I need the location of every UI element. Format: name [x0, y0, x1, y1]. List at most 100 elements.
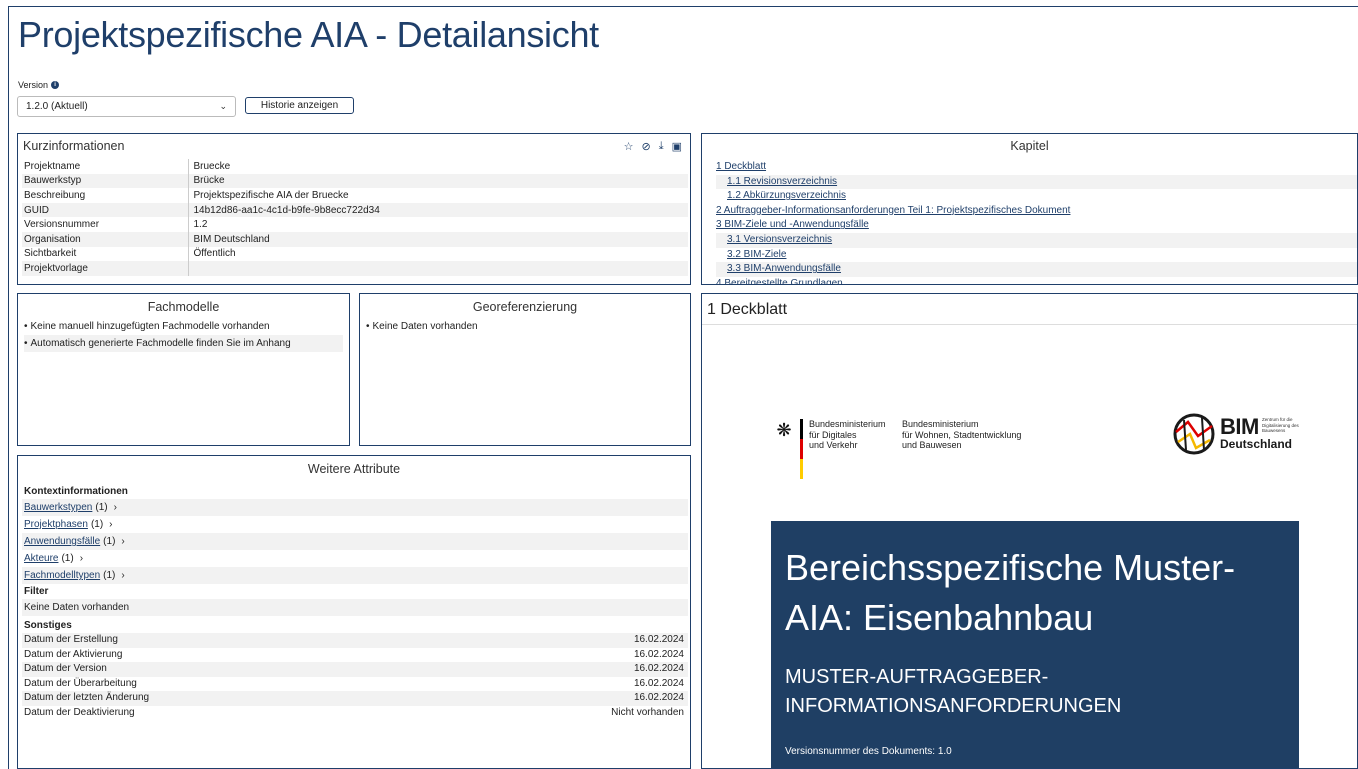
chapter-link[interactable]: 1.2 Abkürzungsverzeichnis	[727, 190, 846, 201]
chapter-item: 2 Auftraggeber-Informationsanforderungen…	[716, 204, 1357, 219]
bim-circle-icon	[1173, 413, 1215, 455]
chapter-item: 3 BIM-Ziele und -Anwendungsfälle	[716, 218, 1357, 233]
cover-version: Versionsnummer des Dokuments: 1.0	[785, 746, 952, 757]
date-label: Datum der Erstellung	[24, 634, 118, 645]
info-key: Versionsnummer	[22, 217, 189, 232]
chapter-item: 1.2 Abkürzungsverzeichnis	[716, 189, 1357, 204]
date-value: 16.02.2024	[633, 677, 684, 689]
context-row[interactable]: Anwendungsfälle (1) ›	[22, 533, 688, 550]
context-row[interactable]: Akteure (1) ›	[22, 550, 688, 567]
fachmodell-note: Automatisch generierte Fachmodelle finde…	[24, 335, 343, 352]
date-value: 16.02.2024	[633, 663, 684, 675]
info-key: Sichtbarkeit	[22, 246, 189, 262]
chapter-item: 4 Bereitgestellte Grundlagen	[716, 277, 1357, 284]
info-key: Beschreibung	[22, 188, 189, 203]
chapter-item: 1.1 Revisionsverzeichnis	[716, 174, 1357, 190]
chapter-link[interactable]: 4 Bereitgestellte Grundlagen	[716, 278, 843, 284]
date-label: Datum der Deaktivierung	[24, 706, 135, 718]
georef-panel: Georeferenzierung Keine Daten vorhanden	[359, 293, 691, 446]
download-icon[interactable]: ⤓	[659, 140, 664, 153]
date-value: 16.02.2024	[633, 634, 684, 645]
info-value: BIM Deutschland	[188, 231, 688, 247]
chapter-link[interactable]: 2 Auftraggeber-Informationsanforderungen…	[716, 205, 1070, 216]
date-row: Datum der Aktivierung 16.02.2024	[22, 648, 688, 663]
chapter-link[interactable]: 1 Deckblatt	[716, 161, 766, 172]
info-row: Projektname Bruecke	[22, 159, 688, 174]
chevron-right-icon[interactable]: ›	[114, 499, 117, 516]
date-value: 16.02.2024	[633, 692, 684, 704]
date-label: Datum der letzten Änderung	[24, 692, 150, 704]
info-row: Versionsnummer 1.2	[22, 217, 688, 232]
chapters-list: 1 Deckblatt 1.1 Revisionsverzeichnis 1.2 A…	[716, 160, 1357, 284]
version-select[interactable]: 1.2.0 (Aktuell) ⌄	[17, 96, 236, 117]
chapter-link[interactable]: 3.1 Versionsverzeichnis	[727, 234, 832, 245]
context-count: (1)	[103, 570, 116, 581]
info-value: Öffentlich	[193, 248, 236, 260]
context-row[interactable]: Projektphasen (1) ›	[22, 516, 688, 533]
chevron-right-icon[interactable]: ›	[121, 567, 124, 584]
fachmodelle-list: Keine manuell hinzugefügten Fachmodelle …	[18, 318, 349, 352]
bim-deutschland-logo: BIM Deutschland Zentrum für die Digitali…	[1172, 412, 1299, 456]
document-viewer: 1 Deckblatt ❋ Bundesministerium für Digi…	[701, 293, 1358, 769]
short-info-title: Kurzinformationen	[23, 139, 125, 153]
context-count: (1)	[61, 553, 74, 564]
filter-heading: Filter	[24, 586, 49, 597]
context-row[interactable]: Fachmodelltypen (1) ›	[22, 567, 688, 584]
date-row: Datum der Überarbeitung 16.02.2024	[22, 677, 688, 692]
chevron-right-icon[interactable]: ›	[121, 533, 124, 550]
eye-off-icon[interactable]: ⊘	[642, 140, 651, 153]
context-row[interactable]: Bauwerkstypen (1) ›	[22, 499, 688, 516]
fachmodelle-title: Fachmodelle	[147, 300, 220, 314]
chevron-down-icon: ⌄	[219, 101, 227, 111]
short-info-panel: Kurzinformationen ☆ ⊘ ⤓ ▣ Projektname Bru…	[17, 133, 691, 285]
georef-title: Georeferenzierung	[472, 300, 578, 314]
bim-logo-tagline: Zentrum für die Digitalisierung des Bauw…	[1262, 417, 1299, 433]
info-row: Sichtbarkeit Öffentlich	[22, 246, 688, 262]
date-row: Datum der Deaktivierung Nicht vorhanden	[22, 706, 688, 721]
info-value: Projektspezifische AIA der Bruecke	[193, 189, 349, 201]
context-heading: Kontextinformationen	[24, 486, 128, 497]
chapter-link[interactable]: 3.3 BIM-Anwendungsfälle	[727, 263, 841, 274]
misc-heading: Sonstiges	[24, 620, 72, 631]
info-key: Projektvorlage	[22, 261, 189, 276]
more-attributes-panel: Weitere Attribute Kontextinformationen B…	[17, 455, 691, 769]
georef-note: Keine Daten vorhanden	[366, 318, 684, 335]
chevron-right-icon[interactable]: ›	[80, 550, 83, 567]
chapter-link[interactable]: 1.1 Revisionsverzeichnis	[727, 176, 837, 187]
history-button[interactable]: Historie anzeigen	[245, 97, 354, 114]
filter-text: Keine Daten vorhanden	[22, 599, 688, 616]
context-link[interactable]: Akteure	[24, 550, 58, 567]
info-value	[188, 261, 688, 276]
context-count: (1)	[103, 536, 116, 547]
chapter-item: 3.1 Versionsverzeichnis	[716, 232, 1357, 248]
star-icon[interactable]: ☆	[624, 140, 634, 153]
info-row: Organisation BIM Deutschland	[22, 231, 688, 247]
chapter-item: 3.2 BIM-Ziele	[716, 247, 1357, 263]
document-section-title: 1 Deckblatt	[707, 301, 788, 318]
context-link[interactable]: Anwendungsfälle	[24, 533, 100, 550]
context-link[interactable]: Bauwerkstypen	[24, 499, 92, 516]
chevron-right-icon[interactable]: ›	[109, 516, 112, 533]
info-value: Bruecke	[193, 160, 231, 172]
info-row: GUID 14b12d86-aa1c-4c1d-b9fe-9b8ecc722d34	[22, 202, 688, 218]
info-row: Beschreibung Projektspezifische AIA der B…	[22, 188, 688, 203]
chapter-link[interactable]: 3.2 BIM-Ziele	[727, 249, 786, 260]
chapter-link[interactable]: 3 BIM-Ziele und -Anwendungsfälle	[716, 219, 869, 230]
info-icon[interactable]: i	[51, 81, 60, 89]
cover-title: Bereichsspezifische Muster-AIA: Eisenbah…	[785, 547, 1236, 638]
date-row: Datum der Version 16.02.2024	[22, 662, 688, 677]
date-label: Datum der Überarbeitung	[24, 677, 137, 689]
date-label: Datum der Aktivierung	[24, 648, 123, 660]
context-link[interactable]: Fachmodelltypen	[24, 567, 100, 584]
context-count: (1)	[95, 502, 108, 513]
save-icon[interactable]: ▣	[672, 140, 682, 153]
fachmodelle-panel: Fachmodelle Keine manuell hinzugefügten …	[17, 293, 350, 446]
date-row: Datum der letzten Änderung 16.02.2024	[22, 691, 688, 706]
version-label-text: Version	[18, 80, 49, 90]
context-link[interactable]: Projektphasen	[24, 516, 88, 533]
short-info-table: Projektname Bruecke Bauwerkstyp Brücke Besch…	[22, 159, 688, 276]
cover-subtitle: MUSTER-AUFTRAGGEBER-INFORMATIONSANFORDER…	[785, 666, 1122, 717]
chapter-item: 1 Deckblatt	[716, 160, 1357, 175]
georef-list: Keine Daten vorhanden	[360, 318, 690, 335]
divider	[702, 324, 1357, 325]
